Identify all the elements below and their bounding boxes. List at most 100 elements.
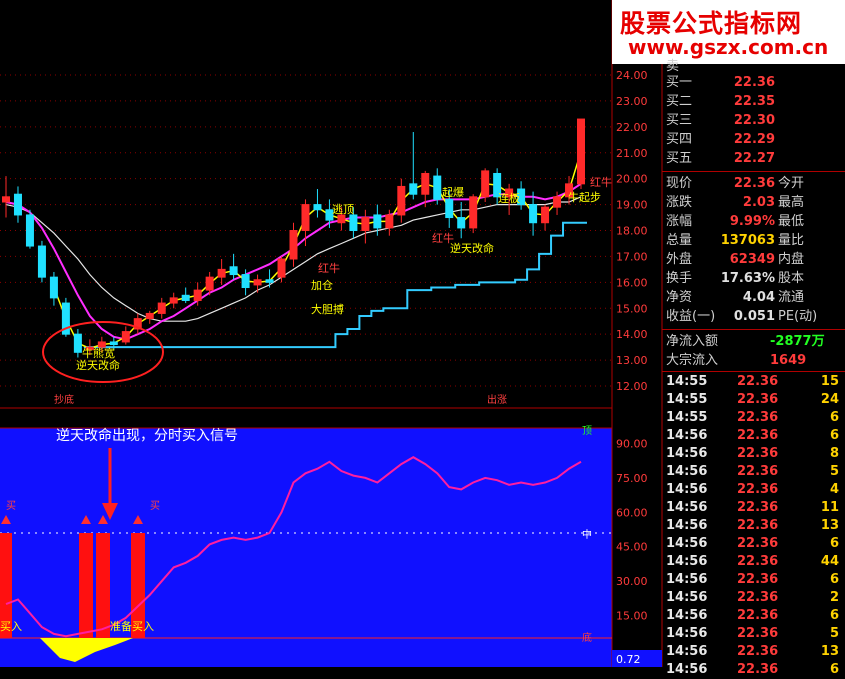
tick-price: 22.36	[737, 590, 779, 605]
price-tick-label: 15.00	[616, 302, 648, 315]
bid-price: 22.27	[733, 151, 775, 166]
osc-tick-label: 75.00	[616, 472, 648, 485]
pit-label: 牛熊宽	[82, 346, 115, 360]
stat-label: 净资	[666, 290, 693, 305]
tick-price: 22.36	[737, 482, 779, 497]
tick-row: 14:56 22.36 6	[662, 571, 845, 589]
bid-price: 22.36	[733, 75, 775, 90]
stat-label: 总量	[666, 233, 693, 248]
tiaoding-label: 逃顶	[332, 203, 354, 216]
bid-price: 22.35	[733, 94, 775, 109]
stat-row: 总量 137063 量比	[662, 232, 845, 250]
tick-price: 22.36	[737, 536, 779, 551]
tick-price: 22.36	[737, 572, 779, 587]
stat-label: 涨跌	[666, 195, 693, 210]
tick-row: 14:55 22.36 15	[662, 373, 845, 391]
stat-value: 4.04	[742, 290, 775, 305]
osc-reading: 0.72	[616, 653, 641, 666]
hongniu-label-1: 红牛	[318, 261, 340, 275]
tick-time: 14:56	[666, 446, 708, 461]
candle-body	[25, 214, 34, 247]
tick-time: 14:56	[666, 572, 708, 587]
candle-body	[481, 170, 490, 198]
tick-row: 14:55 22.36 6	[662, 409, 845, 427]
tick-price: 22.36	[737, 554, 779, 569]
candle-body	[445, 198, 454, 219]
tick-row: 14:56 22.36 6	[662, 661, 845, 679]
candle-body	[529, 204, 538, 224]
candle-body	[277, 258, 286, 278]
tick-time: 14:56	[666, 608, 708, 623]
candle-body	[109, 341, 118, 346]
panel-separator	[662, 171, 845, 172]
candle-body	[217, 268, 226, 278]
signal-note: 逆天改命出现，分时买入信号	[56, 427, 238, 444]
bottom-mark: 底	[582, 631, 592, 644]
tick-time: 14:56	[666, 518, 708, 533]
buy-mark-2: 买	[150, 500, 160, 512]
candle-body	[577, 118, 585, 185]
tick-row: 14:56 22.36 2	[662, 589, 845, 607]
tick-row: 14:56 22.36 6	[662, 427, 845, 445]
tick-volume: 5	[829, 626, 839, 641]
stat-label-2: 量比	[778, 233, 805, 248]
osc-tick-label: 60.00	[616, 506, 648, 519]
stat-label-2: PE(动)	[778, 309, 818, 324]
osc-tick-label: 30.00	[616, 575, 648, 588]
tick-time: 14:56	[666, 662, 708, 677]
stat-label: 外盘	[666, 252, 693, 267]
tick-row: 14:56 22.36 6	[662, 607, 845, 625]
tick-price: 22.36	[737, 392, 779, 407]
hongniu-label-3: 红牛	[590, 175, 612, 189]
bid-label: 买三	[666, 113, 693, 128]
osc-axis-ticks: 90.00 75.00 60.00 45.00 30.00 15.00	[616, 437, 648, 622]
stat-label: 现价	[666, 176, 693, 191]
tick-volume: 2	[829, 590, 839, 605]
candle-body	[145, 312, 154, 320]
price-tick-label: 12.00	[616, 380, 648, 393]
tick-volume: 6	[829, 428, 839, 443]
stat-label: 涨幅	[666, 214, 693, 229]
tick-time: 14:56	[666, 428, 708, 443]
price-tick-label: 18.00	[616, 225, 648, 238]
candle-body	[37, 245, 46, 278]
stat-label-2: 股本	[778, 271, 805, 286]
buy-mark-1: 买	[6, 500, 16, 512]
tick-row: 14:56 22.36 44	[662, 553, 845, 571]
price-tick-label: 14.00	[616, 328, 648, 341]
tick-time: 14:56	[666, 482, 708, 497]
stat-value: 17.63%	[720, 271, 775, 286]
watermark: 股票公式指标网 www.gszx.com.cn	[612, 0, 845, 64]
candle-body	[469, 196, 478, 229]
price-tick-label: 23.00	[616, 95, 648, 108]
price-tick-label: 13.00	[616, 354, 648, 367]
tick-price: 22.36	[737, 464, 779, 479]
tick-price: 22.36	[737, 626, 779, 641]
candle-body	[301, 204, 310, 231]
price-tick-label: 22.00	[616, 121, 648, 134]
stat-row: 换手 17.63% 股本	[662, 270, 845, 288]
tick-volume: 4	[829, 482, 839, 497]
tick-price: 22.36	[737, 374, 779, 389]
dadanbo-label: 大胆搏	[311, 302, 344, 316]
candle-body	[553, 196, 562, 208]
stat-label-2: 内盘	[778, 252, 805, 267]
bid-label: 买二	[666, 94, 693, 109]
candle-body	[409, 183, 418, 195]
tick-time: 14:55	[666, 374, 708, 389]
stat-value: 2.03	[742, 195, 775, 210]
tick-volume: 6	[829, 572, 839, 587]
tick-volume: 5	[829, 464, 839, 479]
candle-body	[205, 276, 214, 291]
signal-bar	[96, 533, 110, 638]
flow-value: 1649	[770, 353, 807, 368]
tick-time: 14:56	[666, 536, 708, 551]
tick-row: 14:56 22.36 13	[662, 517, 845, 535]
stat-row: 涨跌 2.03 最高	[662, 194, 845, 212]
osc-tick-label: 45.00	[616, 541, 648, 554]
candle-body	[241, 274, 250, 289]
jiacang-label: 加仓	[311, 278, 333, 292]
candle-body	[2, 196, 10, 203]
tick-time: 14:56	[666, 464, 708, 479]
candle-body	[169, 297, 178, 304]
